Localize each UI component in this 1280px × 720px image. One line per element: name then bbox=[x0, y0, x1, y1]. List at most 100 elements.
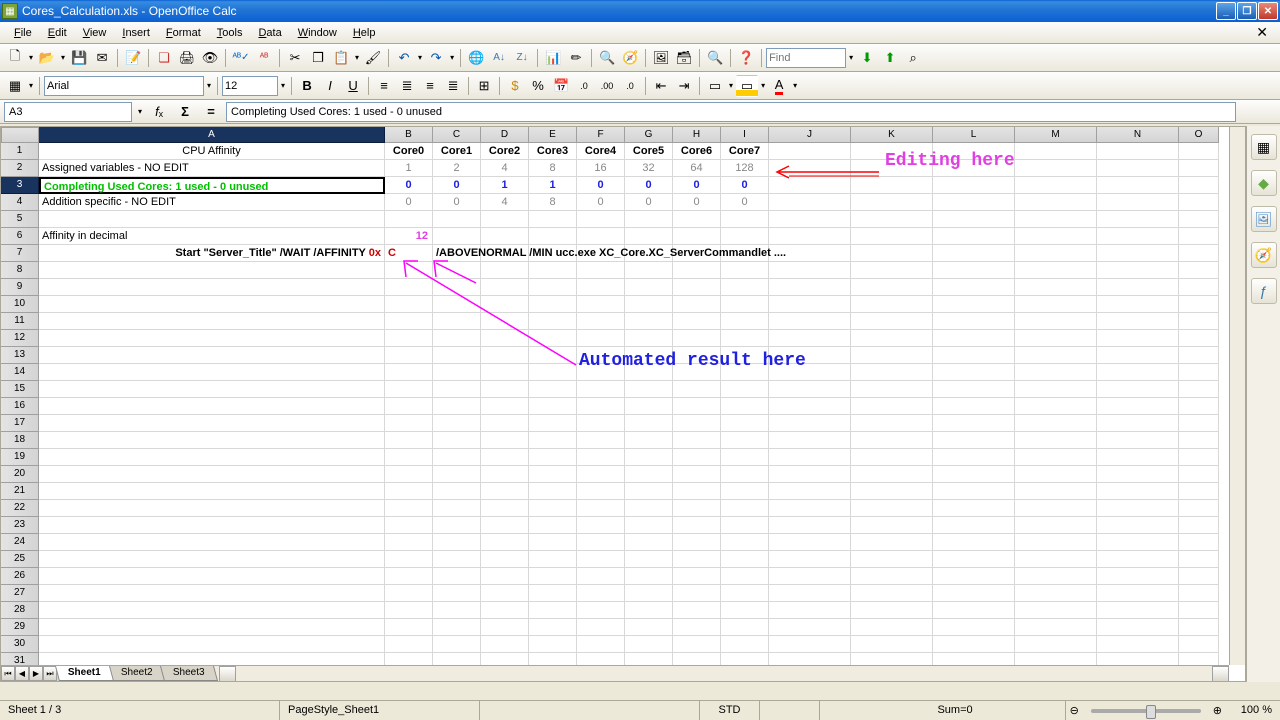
sort-desc-icon[interactable]: Z↓ bbox=[511, 47, 533, 69]
cell-G21[interactable] bbox=[625, 483, 673, 500]
cell-K5[interactable] bbox=[851, 211, 933, 228]
new-icon[interactable]: 🗋 bbox=[4, 47, 26, 69]
cell-C11[interactable] bbox=[433, 313, 481, 330]
cell-M23[interactable] bbox=[1015, 517, 1097, 534]
cell-E15[interactable] bbox=[529, 381, 577, 398]
cell-O15[interactable] bbox=[1179, 381, 1219, 398]
cell-D31[interactable] bbox=[481, 653, 529, 665]
cell-J22[interactable] bbox=[769, 500, 851, 517]
cell-J27[interactable] bbox=[769, 585, 851, 602]
cell-M1[interactable] bbox=[1015, 143, 1097, 160]
cell-H25[interactable] bbox=[673, 551, 721, 568]
cell-D12[interactable] bbox=[481, 330, 529, 347]
menu-format[interactable]: Format bbox=[158, 25, 209, 41]
cell-I28[interactable] bbox=[721, 602, 769, 619]
sidebar-functions-icon[interactable]: ƒ bbox=[1251, 278, 1277, 304]
minimize-button[interactable]: _ bbox=[1216, 2, 1236, 20]
cell-A21[interactable] bbox=[39, 483, 385, 500]
cell-O14[interactable] bbox=[1179, 364, 1219, 381]
sort-asc-icon[interactable]: A↓ bbox=[488, 47, 510, 69]
cell-K27[interactable] bbox=[851, 585, 933, 602]
cell-A26[interactable] bbox=[39, 568, 385, 585]
cell-J17[interactable] bbox=[769, 415, 851, 432]
cell-L20[interactable] bbox=[933, 466, 1015, 483]
row-header-22[interactable]: 22 bbox=[1, 500, 39, 517]
zoom-in-icon[interactable]: ⊕ bbox=[1209, 704, 1226, 717]
cell-H16[interactable] bbox=[673, 398, 721, 415]
italic-icon[interactable]: I bbox=[319, 75, 341, 97]
sheet-tab-sheet3[interactable]: Sheet3 bbox=[159, 666, 217, 681]
cell-H30[interactable] bbox=[673, 636, 721, 653]
bold-icon[interactable]: B bbox=[296, 75, 318, 97]
font-size-dropdown[interactable]: ▾ bbox=[279, 81, 287, 90]
cell-O27[interactable] bbox=[1179, 585, 1219, 602]
horizontal-scrollbar[interactable] bbox=[219, 666, 1229, 681]
cell-B22[interactable] bbox=[385, 500, 433, 517]
cell-J24[interactable] bbox=[769, 534, 851, 551]
cell-J19[interactable] bbox=[769, 449, 851, 466]
cell-L31[interactable] bbox=[933, 653, 1015, 665]
cell-A13[interactable] bbox=[39, 347, 385, 364]
borders-dropdown[interactable]: ▾ bbox=[727, 81, 735, 90]
cell-L7[interactable] bbox=[933, 245, 1015, 262]
cell-I10[interactable] bbox=[721, 296, 769, 313]
cell-A4[interactable]: Addition specific - NO EDIT bbox=[39, 194, 385, 211]
cell-J13[interactable] bbox=[769, 347, 851, 364]
cell-E14[interactable] bbox=[529, 364, 577, 381]
cell-C5[interactable] bbox=[433, 211, 481, 228]
cell-C6[interactable] bbox=[433, 228, 481, 245]
row-header-31[interactable]: 31 bbox=[1, 653, 39, 665]
cell-L29[interactable] bbox=[933, 619, 1015, 636]
export-pdf-icon[interactable]: ❏ bbox=[153, 47, 175, 69]
cell-O5[interactable] bbox=[1179, 211, 1219, 228]
cell-A28[interactable] bbox=[39, 602, 385, 619]
cell-N14[interactable] bbox=[1097, 364, 1179, 381]
cell-H17[interactable] bbox=[673, 415, 721, 432]
paste-icon[interactable]: 📋 bbox=[330, 47, 352, 69]
cell-B12[interactable] bbox=[385, 330, 433, 347]
cell-M10[interactable] bbox=[1015, 296, 1097, 313]
cell-I13[interactable] bbox=[721, 347, 769, 364]
dec-indent-icon[interactable]: ⇤ bbox=[650, 75, 672, 97]
open-icon[interactable]: 📂 bbox=[36, 47, 58, 69]
row-header-17[interactable]: 17 bbox=[1, 415, 39, 432]
cell-O18[interactable] bbox=[1179, 432, 1219, 449]
cell-I21[interactable] bbox=[721, 483, 769, 500]
cell-E29[interactable] bbox=[529, 619, 577, 636]
cell-M5[interactable] bbox=[1015, 211, 1097, 228]
cell-E8[interactable] bbox=[529, 262, 577, 279]
cell-C9[interactable] bbox=[433, 279, 481, 296]
cell-I31[interactable] bbox=[721, 653, 769, 665]
cell-F29[interactable] bbox=[577, 619, 625, 636]
close-document-button[interactable]: ✕ bbox=[1250, 24, 1274, 41]
cell-K29[interactable] bbox=[851, 619, 933, 636]
cell-K3[interactable] bbox=[851, 177, 933, 194]
cell-F21[interactable] bbox=[577, 483, 625, 500]
cell-F22[interactable] bbox=[577, 500, 625, 517]
cell-B13[interactable] bbox=[385, 347, 433, 364]
underline-icon[interactable]: U bbox=[342, 75, 364, 97]
edit-file-icon[interactable]: 📝 bbox=[122, 47, 144, 69]
select-all-corner[interactable] bbox=[1, 127, 39, 143]
cell-D11[interactable] bbox=[481, 313, 529, 330]
cell-B23[interactable] bbox=[385, 517, 433, 534]
cell-F17[interactable] bbox=[577, 415, 625, 432]
cell-G19[interactable] bbox=[625, 449, 673, 466]
cell-B18[interactable] bbox=[385, 432, 433, 449]
row-header-14[interactable]: 14 bbox=[1, 364, 39, 381]
hyperlink-icon[interactable]: 🌐 bbox=[465, 47, 487, 69]
cell-D9[interactable] bbox=[481, 279, 529, 296]
cell-M27[interactable] bbox=[1015, 585, 1097, 602]
cell-H23[interactable] bbox=[673, 517, 721, 534]
cell-B19[interactable] bbox=[385, 449, 433, 466]
cell-I24[interactable] bbox=[721, 534, 769, 551]
cell-H3[interactable]: 0 bbox=[673, 177, 721, 194]
cell-L15[interactable] bbox=[933, 381, 1015, 398]
cell-I6[interactable] bbox=[721, 228, 769, 245]
cell-K13[interactable] bbox=[851, 347, 933, 364]
cell-O10[interactable] bbox=[1179, 296, 1219, 313]
cell-A16[interactable] bbox=[39, 398, 385, 415]
fontcolor-dropdown[interactable]: ▾ bbox=[791, 81, 799, 90]
row-header-20[interactable]: 20 bbox=[1, 466, 39, 483]
cell-grid[interactable]: CPU AffinityCore0Core1Core2Core3Core4Cor… bbox=[39, 143, 1229, 665]
